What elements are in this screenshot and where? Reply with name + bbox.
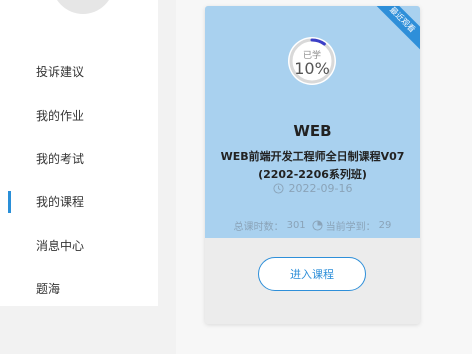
course-date-text: 2022-09-16: [288, 182, 353, 195]
total-hours: 总课时数： 301: [234, 218, 306, 233]
recent-badge: 最近观看: [368, 6, 420, 54]
sidebar-item-label: 我的课程: [36, 195, 85, 210]
sidebar-item-homework[interactable]: 我的作业: [0, 93, 158, 136]
course-class: (2202-2206系列班): [258, 168, 367, 181]
enter-course-button[interactable]: 进入课程: [258, 257, 366, 291]
course-date: 2022-09-16: [205, 182, 420, 195]
course-card-header: 最近观看 已学 10% WEB WEB前端开发工程师全日制课程V07 (2202…: [205, 6, 420, 238]
current-progress-label: 当前学到：: [325, 222, 376, 233]
progress-value: 10%: [294, 59, 330, 78]
course-stats: 总课时数： 301 当前学到： 29: [205, 218, 420, 233]
sidebar-item-label: 题海: [36, 282, 61, 297]
current-progress: 当前学到： 29: [312, 218, 392, 233]
current-progress-value: 29: [378, 220, 392, 231]
sidebar-item-my-courses[interactable]: 我的课程: [0, 180, 158, 223]
clock-icon: [272, 183, 284, 194]
total-hours-value: 301: [286, 220, 306, 231]
sidebar-item-label: 投诉建议: [36, 65, 85, 80]
course-name: WEB前端开发工程师全日制课程V07: [220, 150, 405, 163]
sidebar: 投诉建议 我的作业 我的考试 我的课程 消息中心 题海: [0, 0, 158, 306]
pie-progress-icon: [312, 220, 323, 231]
course-title: WEB: [293, 122, 332, 140]
sidebar-item-question-bank[interactable]: 题海: [0, 267, 158, 310]
page: 投诉建议 我的作业 我的考试 我的课程 消息中心 题海 最近观看 已学 10% …: [0, 0, 472, 354]
total-hours-label: 总课时数：: [233, 222, 284, 233]
sidebar-item-label: 消息中心: [36, 238, 85, 253]
sidebar-item-label: 我的作业: [36, 108, 85, 123]
course-card[interactable]: 最近观看 已学 10% WEB WEB前端开发工程师全日制课程V07 (2202…: [205, 6, 420, 324]
sidebar-nav: 投诉建议 我的作业 我的考试 我的课程 消息中心 题海: [0, 50, 158, 310]
sidebar-item-complaints[interactable]: 投诉建议: [0, 50, 158, 93]
sidebar-item-exams[interactable]: 我的考试: [0, 137, 158, 180]
sidebar-item-label: 我的考试: [36, 151, 85, 166]
avatar[interactable]: [52, 0, 114, 14]
sidebar-gutter: [158, 0, 176, 354]
sidebar-item-messages[interactable]: 消息中心: [0, 224, 158, 267]
